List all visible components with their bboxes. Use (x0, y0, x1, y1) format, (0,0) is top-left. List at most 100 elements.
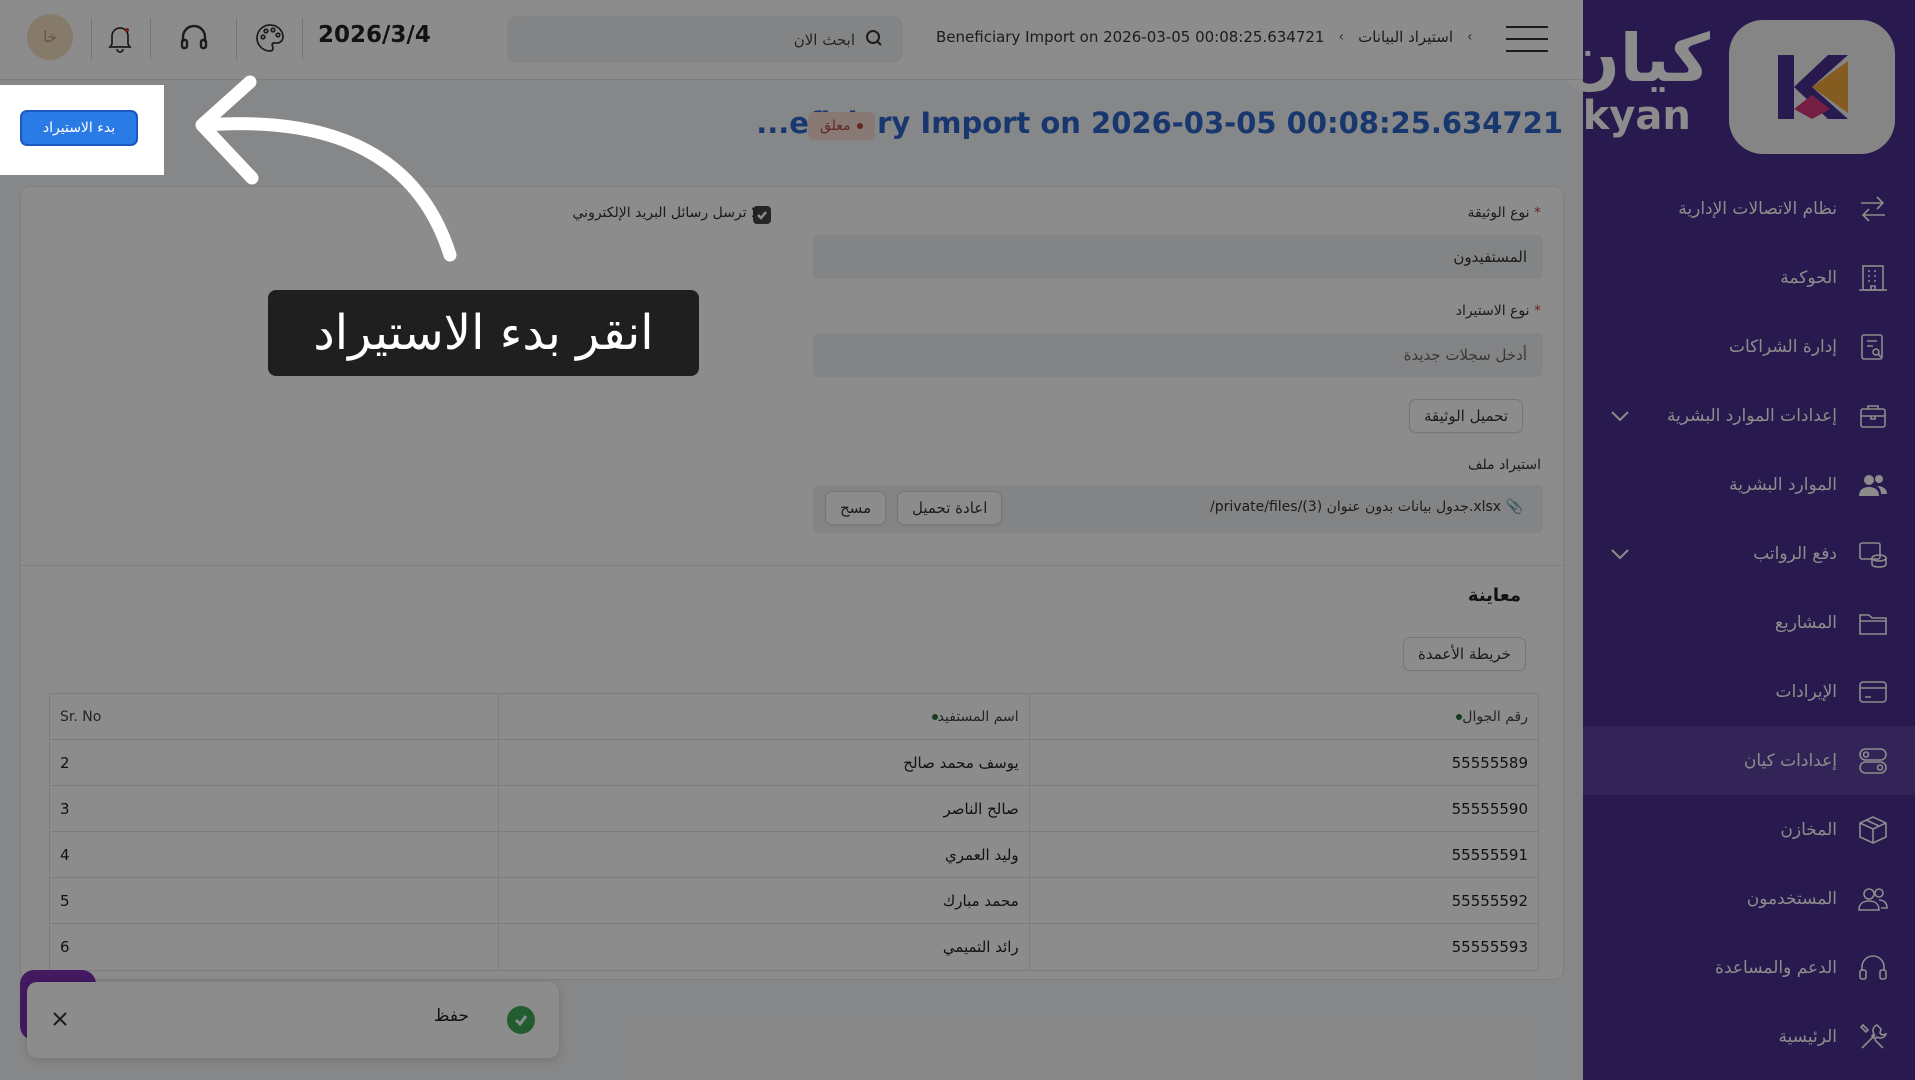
import-form-card: لا ترسل رسائل البريد الإلكتروني نوع الوث… (20, 186, 1565, 980)
sidebar-item-kyan-settings[interactable]: إعدادات كيان (1583, 726, 1915, 795)
sidebar-item-admin-communications[interactable]: نظام الاتصالات الإدارية (1583, 174, 1915, 243)
sidebar-item-label: الرئيسية (1778, 1026, 1837, 1047)
sidebar-item-label: الإيرادات (1775, 681, 1837, 702)
avatar[interactable]: خا (27, 14, 73, 60)
map-columns-button[interactable]: خريطة الأعمدة (1403, 637, 1526, 671)
tooltip-text: انقر بدء الاستيراد (313, 305, 654, 361)
close-icon[interactable] (49, 1008, 73, 1032)
cell-sr: 3 (50, 786, 500, 831)
sidebar-item-label: الدعم والمساعدة (1715, 957, 1837, 978)
hamburger-menu-icon[interactable] (1506, 26, 1548, 52)
save-toast: حفظ (27, 982, 559, 1058)
header-name-text: اسم المستفيد (937, 708, 1019, 725)
cell-sr: 2 (50, 740, 500, 785)
sidebar-item-home[interactable]: الرئيسية (1583, 1002, 1915, 1071)
search-placeholder: ابحث الان (793, 30, 855, 49)
preview-table: Sr. No اسم المستفيد رقم الجوال 2 يوسف مح… (49, 693, 1539, 971)
briefcase-icon (1855, 398, 1891, 434)
start-import-button-highlight[interactable]: بدء الاستيراد (20, 110, 138, 146)
sidebar-item-hr-settings[interactable]: إعدادات الموارد البشرية (1583, 381, 1915, 450)
tooltip-bubble: انقر بدء الاستيراد (268, 290, 699, 376)
doctype-label: نوع الوثيقة * (1468, 205, 1541, 221)
headset-icon (1855, 950, 1891, 986)
cell-mobile: 55555591 (1451, 845, 1528, 864)
chevron-down-icon[interactable] (1607, 403, 1633, 429)
doctype-label-text: نوع الوثيقة (1467, 205, 1530, 221)
cell-name: وليد العمري (499, 832, 1030, 877)
cell-mobile: 55555593 (1451, 938, 1528, 956)
divider (91, 18, 92, 60)
headset-icon[interactable] (178, 22, 210, 54)
reload-file-button[interactable]: اعادة تحميل (897, 491, 1003, 525)
breadcrumb: Beneficiary Import on 2026-03-05 00:08:2… (936, 28, 1473, 46)
kyan-logo-icon[interactable] (1729, 20, 1895, 154)
divider (236, 18, 237, 60)
sidebar-item-warehouses[interactable]: المخازن (1583, 795, 1915, 864)
brand-name-english: kyan (1582, 93, 1691, 139)
payroll-icon (1855, 536, 1891, 572)
sidebar-item-label: نظام الاتصالات الإدارية (1678, 198, 1837, 219)
sidebar-item-label: دفع الرواتب (1753, 543, 1837, 564)
sidebar-item-projects[interactable]: المشاريع (1583, 588, 1915, 657)
table-row: 5 محمد مبارك 55555592 (50, 878, 1538, 924)
file-path[interactable]: /private/files/جدول بيانات بدون عنوان (3… (1210, 499, 1523, 515)
import-type-label-text: نوع الاستيراد (1455, 303, 1530, 319)
arrows-exchange-icon (1855, 191, 1891, 227)
sidebar-item-label: الحوكمة (1780, 267, 1837, 288)
breadcrumb-section[interactable]: استيراد البيانات (1358, 28, 1453, 46)
divider (302, 18, 303, 60)
top-bar: خا 2026/3/4 ابحث الان Beneficiary Import… (0, 0, 1583, 80)
preview-title: معاينة (1467, 585, 1521, 606)
table-row: 3 صالح الناصر 55555590 (50, 786, 1538, 832)
cell-mobile: 55555590 (1451, 799, 1528, 818)
sidebar-item-support[interactable]: الدعم والمساعدة (1583, 933, 1915, 1002)
clear-file-button[interactable]: مسح (825, 491, 887, 525)
import-file-field: /private/files/جدول بيانات بدون عنوان (3… (813, 485, 1543, 533)
document-search-icon (1855, 329, 1891, 365)
palette-icon[interactable] (254, 22, 286, 54)
sidebar-item-payroll[interactable]: دفع الرواتب (1583, 519, 1915, 588)
divider (150, 18, 151, 60)
doctype-field[interactable]: المستفيدون (813, 235, 1543, 279)
chevron-down-icon[interactable] (1607, 541, 1633, 567)
breadcrumb-current[interactable]: Beneficiary Import on 2026-03-05 00:08:2… (936, 28, 1324, 46)
sidebar-item-label: المشاريع (1774, 612, 1837, 633)
import-type-field[interactable]: أدخل سجلات جديدة (813, 333, 1543, 377)
bell-icon[interactable] (104, 22, 136, 54)
k-logo-icon (1778, 55, 1848, 119)
header-beneficiary-name[interactable]: اسم المستفيد (499, 694, 1030, 739)
download-template-button[interactable]: تحميل الوثيقة (1409, 399, 1524, 433)
card-icon (1855, 674, 1891, 710)
file-path-text: /private/files/جدول بيانات بدون عنوان (3… (1210, 499, 1502, 515)
sidebar-item-governance[interactable]: الحوكمة (1583, 243, 1915, 312)
building-icon (1855, 260, 1891, 296)
cell-name: رائد التميمي (499, 924, 1030, 970)
header-mobile[interactable]: رقم الجوال (1030, 694, 1538, 739)
sidebar-item-hr[interactable]: الموارد البشرية (1583, 450, 1915, 519)
sidebar-item-label: إدارة الشراكات (1729, 336, 1837, 357)
sidebar-item-label: إعدادات كيان (1743, 750, 1837, 771)
box-icon (1855, 812, 1891, 848)
sidebar-item-revenues[interactable]: الإيرادات (1583, 657, 1915, 726)
chevron-left-icon: ‹ (1467, 29, 1473, 45)
sidebar: كيان kyan نظام الاتصالات الإدارية الحوكم… (1564, 0, 1915, 1080)
toast-message: حفظ (433, 1006, 469, 1026)
header-sr-no: Sr. No (50, 694, 500, 739)
import-type-label: نوع الاستيراد * (1456, 303, 1541, 319)
sidebar-item-label: المخازن (1780, 819, 1837, 840)
toggles-icon (1855, 743, 1891, 779)
cell-name: يوسف محمد صالح (499, 740, 1030, 785)
sidebar-item-partnerships[interactable]: إدارة الشراكات (1583, 312, 1915, 381)
users-icon (1855, 467, 1891, 503)
cell-sr: 4 (50, 832, 500, 877)
cell-mobile: 55555589 (1451, 753, 1528, 772)
cell-name: صالح الناصر (499, 786, 1030, 831)
brand-name: كيان kyan (1564, 26, 1710, 139)
current-date: 2026/3/4 (318, 22, 431, 48)
table-header-row: Sr. No اسم المستفيد رقم الجوال (50, 694, 1538, 740)
sidebar-item-users[interactable]: المستخدمون (1583, 864, 1915, 933)
search-input[interactable]: ابحث الان (507, 16, 903, 63)
paperclip-icon: 📎 (1505, 499, 1523, 515)
cell-sr: 5 (50, 878, 500, 923)
chevron-left-icon: ‹ (1338, 29, 1345, 45)
